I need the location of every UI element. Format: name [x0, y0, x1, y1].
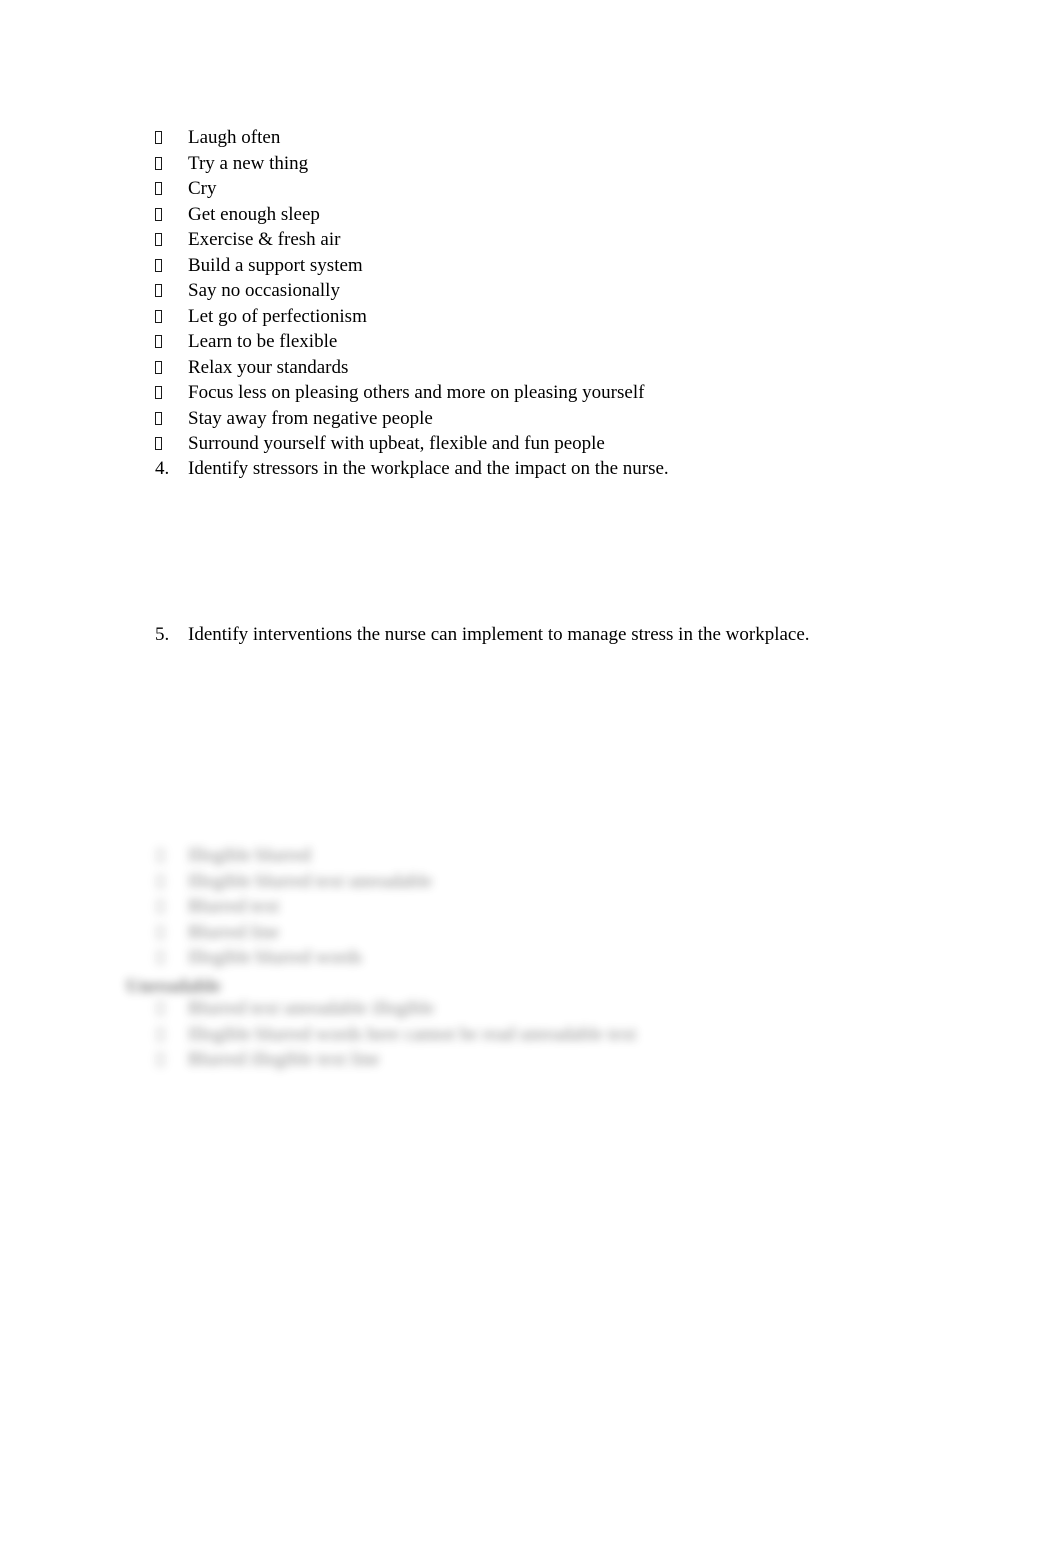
obscured-line-list: Illegible blurred Illegible blurred text …	[0, 843, 1062, 1073]
bullet-notdef-box-icon	[155, 202, 185, 228]
list-item: Cry	[0, 176, 1062, 202]
notdef-box-icon	[157, 1027, 164, 1041]
notdef-box-icon	[155, 411, 162, 425]
notdef-box-icon	[157, 849, 164, 862]
obscured-line: Illegible blurred text unreadable	[0, 869, 1062, 895]
obscured-line-label: Illegible blurred words	[188, 947, 363, 968]
bullet-notdef-box-icon	[155, 380, 185, 406]
bullet-notdef-box-icon	[155, 151, 185, 177]
list-item: Learn to be flexible	[0, 329, 1062, 355]
bullet-notdef-box-icon	[157, 996, 164, 1022]
numbered-list-item-5: 5. Identify interventions the nurse can …	[0, 622, 1062, 648]
bullet-notdef-box-icon	[157, 869, 164, 895]
notdef-box-icon	[155, 258, 162, 272]
notdef-box-icon	[155, 309, 162, 323]
list-item: Exercise & fresh air	[0, 227, 1062, 253]
notdef-box-icon	[155, 360, 162, 374]
bullet-notdef-box-icon	[155, 406, 185, 432]
numbered-list-item-4: 4. Identify stressors in the workplace a…	[0, 456, 1062, 482]
obscured-line: Blurred line	[0, 920, 1062, 946]
list-item-label: Try a new thing	[188, 152, 309, 174]
bullet-notdef-box-icon	[157, 843, 164, 869]
list-item-label: Identify interventions the nurse can imp…	[188, 624, 810, 645]
obscured-line-label: Illegible blurred text unreadable	[188, 870, 433, 892]
list-item-label: Learn to be flexible	[188, 331, 338, 352]
list-item: Stay away from negative people	[0, 406, 1062, 432]
list-item: Say no occasionally	[0, 278, 1062, 304]
list-item: Get enough sleep	[0, 202, 1062, 228]
notdef-box-icon	[157, 925, 164, 939]
obscured-line: Blurred text	[0, 894, 1062, 920]
list-item-label: Exercise & fresh air	[188, 229, 341, 250]
list-item-label: Laugh often	[188, 127, 281, 148]
list-item-label: Say no occasionally	[188, 280, 340, 301]
list-item: Try a new thing	[0, 151, 1062, 177]
list-item: Build a support system	[0, 253, 1062, 279]
list-number-marker: 5.	[155, 624, 170, 645]
notdef-box-icon	[155, 386, 162, 399]
list-item: Laugh often	[0, 125, 1062, 151]
obscured-line-label: Illegible blurred words here cannot be r…	[188, 1023, 637, 1045]
obscured-line-label: Illegible blurred	[188, 845, 311, 866]
document-page: Laugh often Try a new thing Cry Get enough …	[0, 0, 1062, 1561]
list-item-label: Cry	[188, 178, 217, 199]
bullet-notdef-box-icon	[157, 894, 164, 920]
stress-relief-bullet-list: Laugh often Try a new thing Cry Get enough …	[0, 125, 1062, 457]
bullet-notdef-box-icon	[155, 329, 185, 355]
notdef-box-icon	[157, 1053, 164, 1066]
obscured-line-label: Blurred text	[188, 896, 280, 917]
bullet-notdef-box-icon	[155, 253, 185, 279]
bullet-notdef-box-icon	[157, 945, 164, 971]
list-item: 4. Identify stressors in the workplace a…	[0, 456, 1062, 482]
bullet-notdef-box-icon	[155, 176, 185, 202]
bullet-notdef-box-icon	[157, 920, 164, 946]
notdef-box-icon	[155, 182, 162, 195]
list-item-label: Let go of perfectionism	[188, 305, 367, 327]
bullet-notdef-box-icon	[155, 304, 185, 330]
bullet-notdef-box-icon	[157, 1022, 164, 1048]
notdef-box-icon	[157, 1002, 164, 1015]
list-item-label: Surround yourself with upbeat, flexible …	[188, 433, 605, 454]
notdef-box-icon	[155, 207, 162, 221]
obscured-line: Blurred illegible text line	[0, 1047, 1062, 1073]
notdef-box-icon	[157, 900, 164, 913]
obscured-line: Illegible blurred words here cannot be r…	[0, 1022, 1062, 1048]
list-item-label: Relax your standards	[188, 356, 349, 378]
list-item: Relax your standards	[0, 355, 1062, 381]
obscured-line: Blurred text unreadable illegible	[0, 996, 1062, 1022]
obscured-blurred-content: Illegible blurred Illegible blurred text …	[0, 843, 1062, 1083]
notdef-box-icon	[155, 437, 162, 450]
bullet-notdef-box-icon	[155, 431, 185, 457]
bullet-notdef-box-icon	[155, 355, 185, 381]
list-item-label: Get enough sleep	[188, 203, 320, 225]
bullet-notdef-box-icon	[155, 227, 185, 253]
notdef-box-icon	[155, 335, 162, 348]
bullet-notdef-box-icon	[157, 1047, 164, 1073]
list-item: Let go of perfectionism	[0, 304, 1062, 330]
notdef-box-icon	[157, 951, 164, 964]
notdef-box-icon	[157, 874, 164, 888]
list-item-label: Build a support system	[188, 254, 363, 276]
obscured-line-label: Blurred line	[188, 921, 280, 943]
list-item: Focus less on pleasing others and more o…	[0, 380, 1062, 406]
list-item-label: Focus less on pleasing others and more o…	[188, 382, 645, 403]
obscured-line-label: Blurred text unreadable illegible	[188, 998, 435, 1019]
obscured-line: Illegible blurred words	[0, 945, 1062, 971]
notdef-box-icon	[155, 131, 162, 144]
bullet-notdef-box-icon	[155, 278, 185, 304]
obscured-margin-word: Unreadable	[126, 976, 221, 997]
list-item-label: Identify stressors in the workplace and …	[188, 458, 669, 479]
bullet-notdef-box-icon	[155, 125, 185, 151]
list-number-marker: 4.	[155, 458, 170, 479]
list-item-label: Stay away from negative people	[188, 407, 433, 429]
notdef-box-icon	[155, 284, 162, 297]
obscured-line-label: Blurred illegible text line	[188, 1049, 380, 1070]
notdef-box-icon	[155, 233, 162, 246]
list-item: 5. Identify interventions the nurse can …	[0, 622, 1062, 648]
obscured-line: Illegible blurred	[0, 843, 1062, 869]
notdef-box-icon	[155, 156, 162, 170]
list-item: Surround yourself with upbeat, flexible …	[0, 431, 1062, 457]
